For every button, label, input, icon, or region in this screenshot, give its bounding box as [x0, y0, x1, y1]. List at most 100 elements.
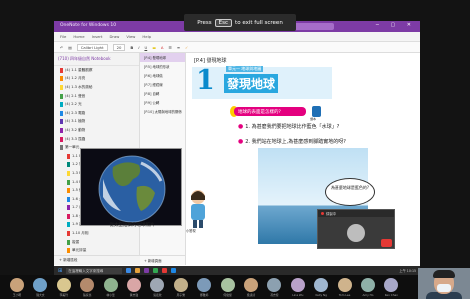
section-label: 第一單元 — [65, 145, 80, 150]
section-label: 1-10 月相 — [72, 231, 89, 236]
bold-button[interactable]: B — [130, 45, 133, 50]
section-color-tab — [60, 102, 63, 108]
taskbar-search-input[interactable]: 在這裡輸入文字來搜尋 — [66, 267, 123, 274]
question-heading: 地球的表面是怎樣的? — [234, 107, 306, 116]
font-color-icon[interactable]: A — [161, 45, 164, 50]
font-size-select[interactable]: 20 — [112, 43, 126, 51]
participant-avatar[interactable] — [290, 278, 305, 292]
taskbar-app-icon[interactable] — [162, 268, 168, 273]
participant-name: Amy Ho — [362, 293, 374, 297]
banner-text-after: to exit full screen — [235, 19, 283, 26]
section-item[interactable]: (4) 1.3 水的奧秘 — [54, 83, 139, 92]
section-item[interactable]: (4) 2.1 聲音 — [54, 92, 139, 101]
section-color-tab — [60, 67, 63, 73]
ribbon-tab-1[interactable]: Home — [73, 34, 84, 39]
camera-preview — [347, 224, 365, 242]
section-item[interactable]: (4) 2.3 電路 — [54, 109, 139, 118]
participant-avatar[interactable] — [103, 278, 118, 292]
windows-taskbar: ⊞ 在這裡輸入文字來搜尋 上午 10:15 — [54, 266, 420, 275]
underline-button[interactable]: U — [144, 45, 147, 50]
tag-icon[interactable]: ✓ — [185, 45, 188, 50]
add-page-button[interactable]: + 新增頁面 — [140, 255, 186, 265]
participant-name: 林小華 — [106, 293, 115, 297]
ribbon-tab-0[interactable]: File — [60, 34, 66, 39]
add-page-label: + 新增頁面 — [144, 259, 162, 263]
section-item[interactable]: (4) 3.3 昆蟲 — [54, 135, 139, 144]
windows-start-icon[interactable]: ⊞ — [58, 268, 62, 274]
section-color-tab — [67, 188, 70, 194]
notebook-header[interactable]: (710) 四年級自然 Notebook — [54, 53, 139, 66]
participant-avatar[interactable] — [56, 278, 71, 292]
page-item[interactable]: [P.8] 自轉 — [140, 89, 185, 98]
section-color-tab — [60, 84, 63, 90]
font-name-select[interactable]: Calibri Light — [76, 43, 108, 51]
paste-icon[interactable]: ▤ — [68, 45, 72, 50]
section-item[interactable]: (4) 1.2 月亮 — [54, 75, 139, 84]
question-line-2-text: 2. 我們站在地球上,為甚麼感到腳踏實地的呀? — [245, 139, 346, 145]
search-input[interactable] — [294, 23, 334, 30]
page-item[interactable]: [P.4] 發現地球 — [140, 53, 185, 62]
page-item[interactable]: [P.7] 經緯線 — [140, 80, 185, 89]
participant-avatar[interactable] — [10, 278, 24, 292]
add-section-button[interactable]: + 新增區段 — [54, 255, 140, 265]
fullscreen-banner[interactable]: Press Esc to exit full screen — [184, 14, 296, 31]
page-item[interactable]: [P.6] 地球儀 — [140, 71, 185, 80]
section-color-tab — [67, 248, 70, 254]
section-label: (4) 3.2 動物 — [65, 127, 86, 132]
esc-key-hint: Esc — [214, 18, 233, 27]
page-title[interactable]: [P.4] 發現地球 — [194, 57, 227, 64]
ribbon-tab-5[interactable]: Help — [142, 34, 151, 39]
textbook-icon[interactable] — [312, 106, 321, 117]
participant-avatar[interactable] — [173, 278, 188, 292]
taskbar-app-icon[interactable] — [135, 268, 141, 273]
section-item[interactable]: 複習 — [54, 238, 139, 247]
window-controls[interactable]: ─ ▢ ✕ — [376, 22, 416, 28]
participant-name: 陳大文 — [36, 293, 45, 297]
highlight-icon[interactable]: ▬ — [152, 45, 156, 50]
section-item[interactable]: 1-10 月相 — [54, 229, 139, 238]
italic-button[interactable]: I — [138, 45, 139, 50]
window-title: OneNote for Windows 10 — [60, 23, 117, 28]
ribbon-tab-2[interactable]: Insert — [92, 34, 103, 39]
participant-name: Kelly Ng — [315, 293, 327, 297]
recorder-panel[interactable]: 錄製中 — [317, 209, 395, 249]
section-color-tab — [67, 222, 70, 228]
section-label: (4) 1.1 星體觀察 — [65, 67, 93, 72]
page-item[interactable]: [P.9] 公轉 — [140, 98, 185, 107]
girl-illustration — [191, 190, 205, 228]
participant-avatar[interactable] — [127, 278, 141, 292]
section-color-tab — [60, 145, 63, 151]
section-label: 複習 — [72, 239, 80, 244]
banner-text-before: Press — [197, 19, 212, 26]
participant-avatar[interactable] — [244, 278, 258, 292]
bullets-icon[interactable]: ☰ — [168, 45, 171, 50]
add-section-label: + 新增區段 — [59, 258, 78, 262]
participant-name: Ken Chan — [384, 293, 399, 297]
section-item[interactable]: (4) 2.2 光 — [54, 100, 139, 109]
earth-caption: 從太空拍攝的地球照片 — [109, 223, 155, 228]
section-label: (4) 2.3 電路 — [65, 110, 86, 115]
section-item[interactable]: (4) 1.1 星體觀察 — [54, 66, 139, 75]
taskbar-app-icon[interactable] — [171, 268, 177, 273]
stop-recording-button[interactable] — [381, 239, 392, 247]
participant-name: 王小明 — [12, 293, 22, 297]
taskbar-app-icon[interactable] — [144, 268, 150, 273]
ribbon-tab-4[interactable]: View — [126, 34, 135, 39]
participant-avatar[interactable] — [220, 278, 235, 292]
participant-avatar[interactable] — [361, 278, 375, 292]
section-item[interactable]: (4) 3.2 動物 — [54, 126, 139, 135]
participant-name: 鄭雅婷 — [199, 293, 209, 297]
undo-icon[interactable]: ↶ — [60, 45, 63, 50]
page-item[interactable]: [P.10] 太陽與地球的關係 — [140, 107, 185, 116]
ribbon-tab-3[interactable]: Draw — [109, 34, 119, 39]
numbering-icon[interactable]: ≡ — [177, 45, 180, 50]
participant-avatar[interactable] — [337, 278, 352, 292]
section-color-tab — [60, 76, 63, 82]
page-item[interactable]: [P.5] 地球的形狀 — [140, 62, 185, 71]
taskbar-app-icon[interactable] — [153, 268, 159, 273]
participant-name: 黃志強 — [129, 293, 139, 297]
taskbar-app-icon[interactable] — [126, 268, 132, 273]
section-item[interactable]: (4) 3.1 植物 — [54, 118, 139, 127]
section-item[interactable]: 單元評量 — [54, 246, 139, 255]
section-color-tab — [67, 213, 70, 219]
